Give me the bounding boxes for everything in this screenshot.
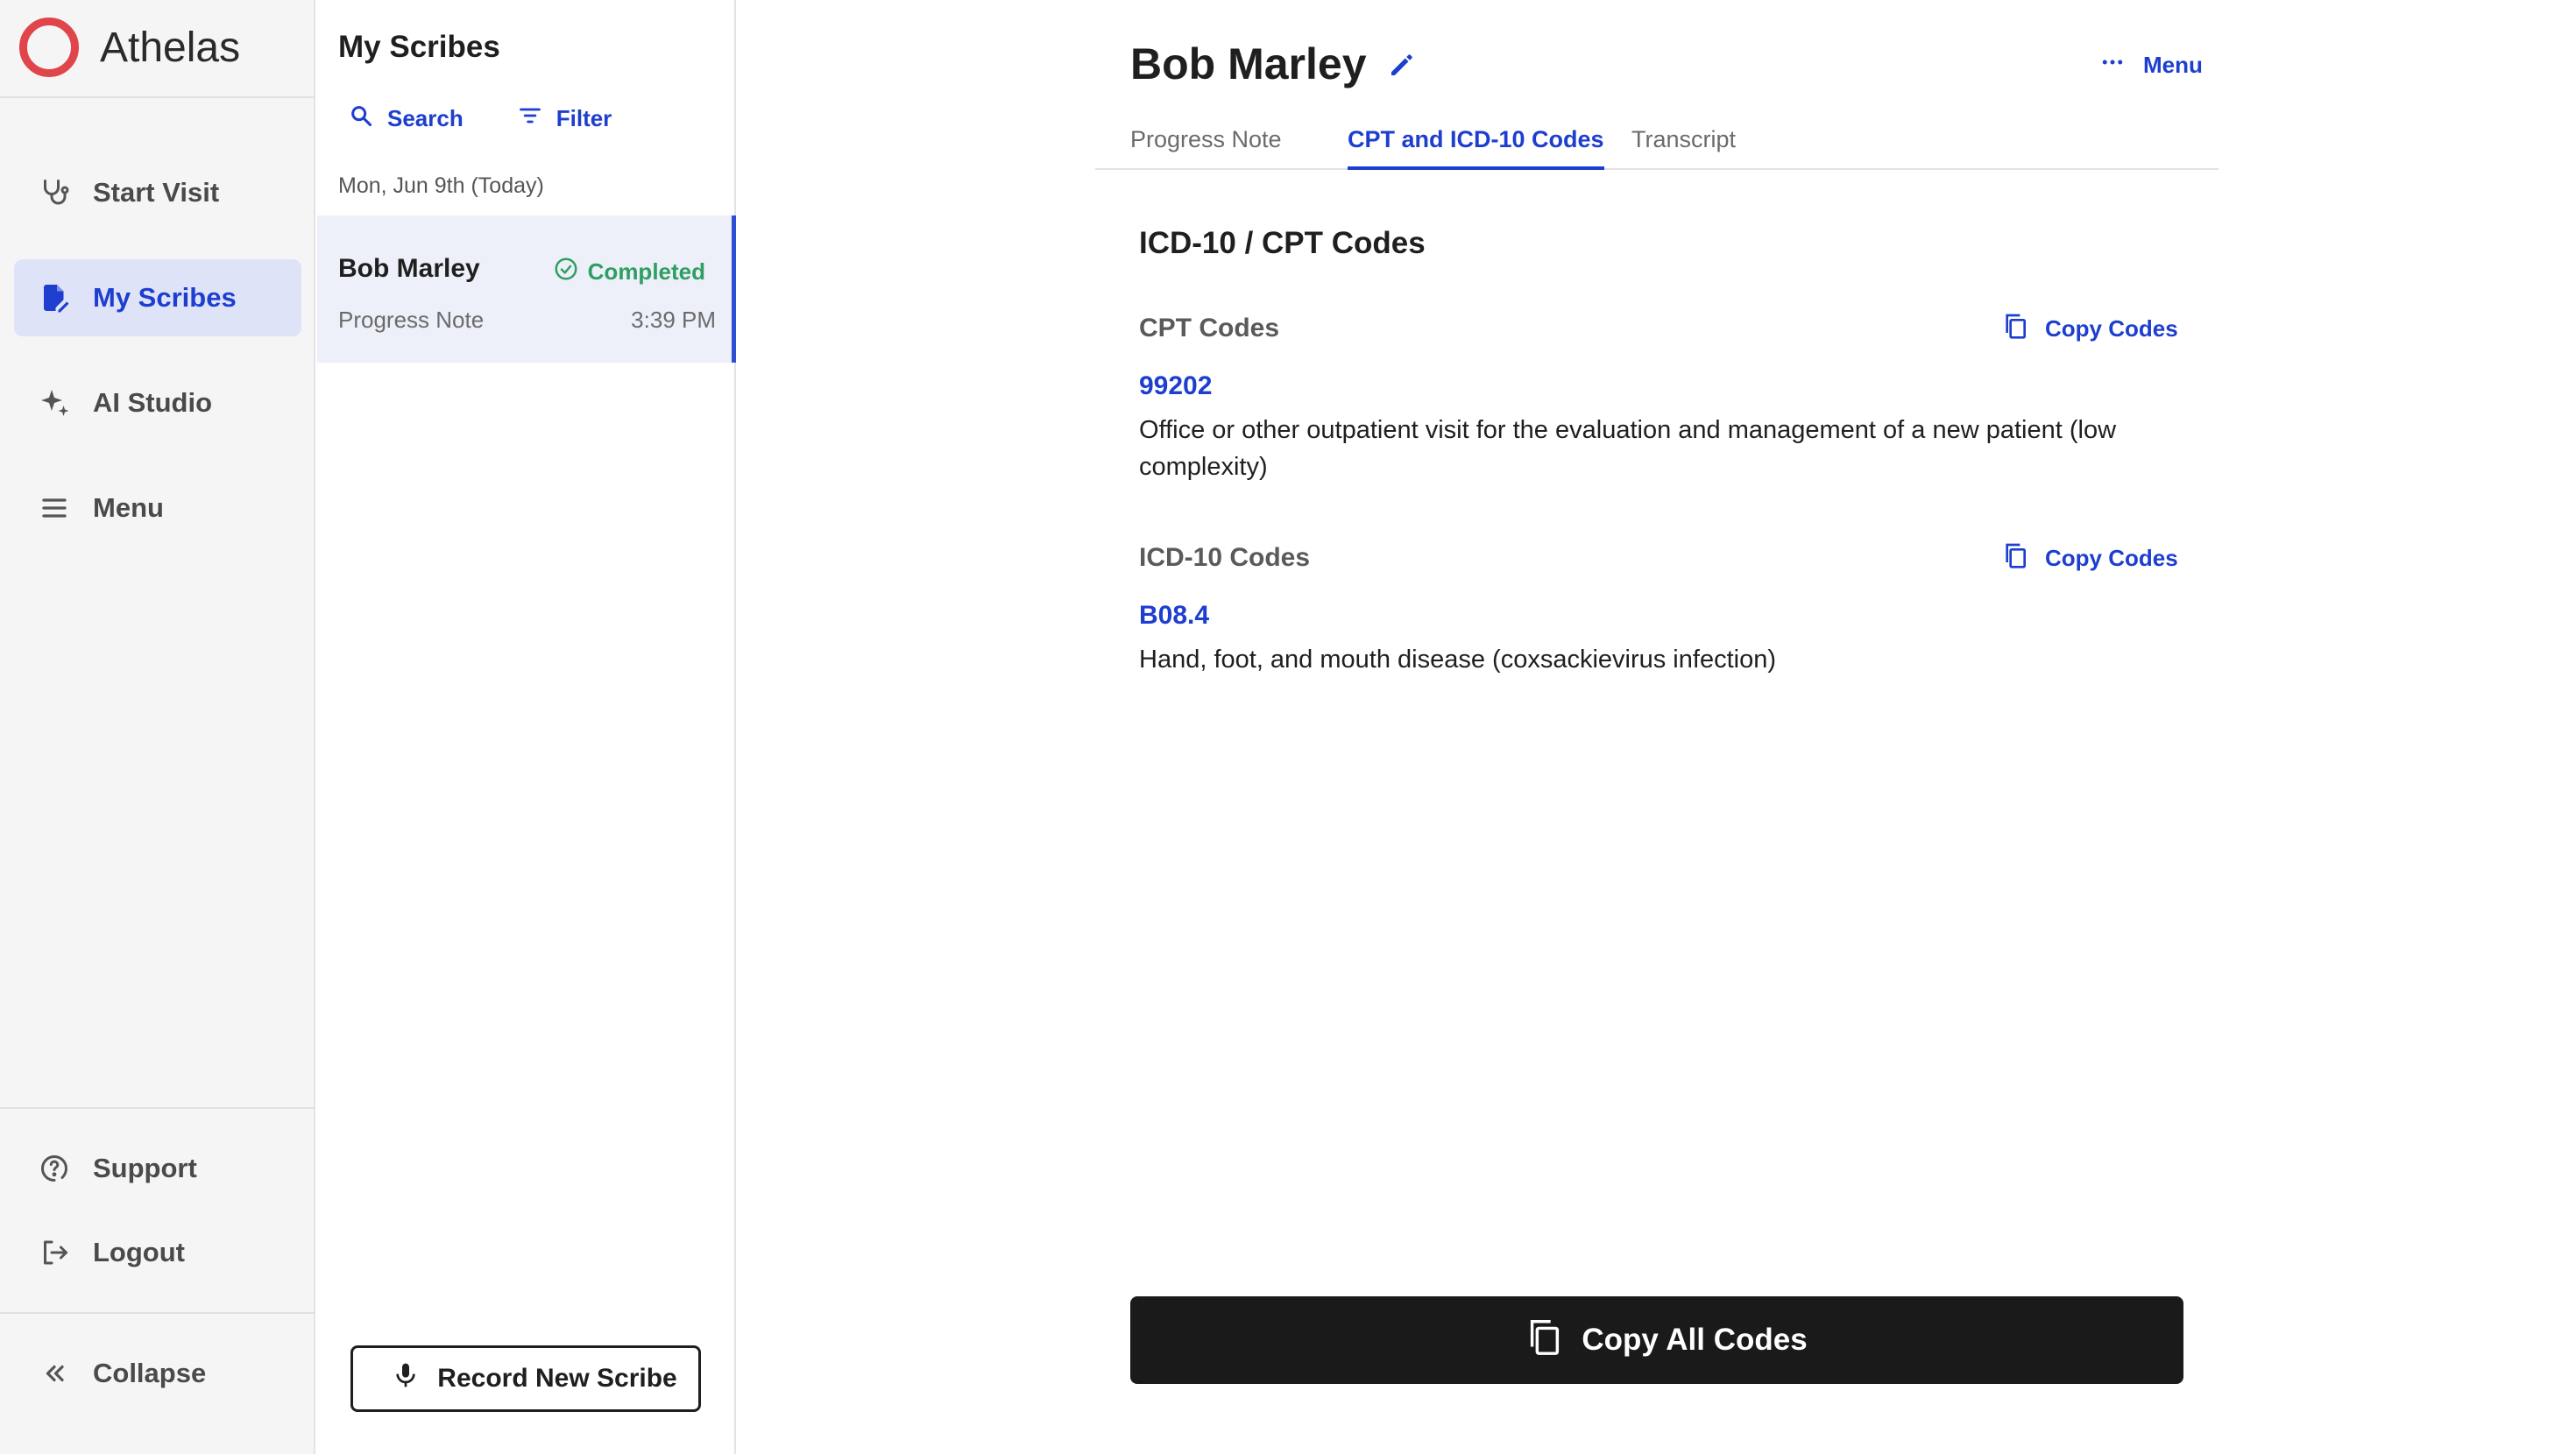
main-content: Bob Marley Menu Progress Note CPT and IC… [738, 0, 2576, 1454]
sidebar-item-label: Start Visit [93, 177, 220, 208]
filter-icon [518, 103, 542, 134]
double-chevron-left-icon [37, 1356, 72, 1391]
icd10-code-description: Hand, foot, and mouth disease (coxsackie… [1139, 646, 1776, 674]
document-edit-icon [37, 280, 72, 315]
scribes-title: My Scribes [338, 30, 500, 64]
copy-codes-label: Copy Codes [2045, 315, 2178, 342]
sidebar: Athelas Start Visit My Scribes AI Studio… [0, 0, 315, 1454]
sidebar-item-ai-studio[interactable]: AI Studio [14, 364, 301, 441]
sidebar-item-label: Support [93, 1153, 197, 1183]
sidebar-divider [0, 96, 315, 98]
tab-transcript[interactable]: Transcript [1631, 126, 1736, 170]
sidebar-item-menu[interactable]: Menu [14, 469, 301, 547]
logout-icon [37, 1235, 72, 1270]
sidebar-item-label: AI Studio [93, 387, 213, 418]
search-button[interactable]: Search [335, 103, 464, 134]
scribes-toolbar: Search Filter [335, 103, 652, 134]
copy-all-label: Copy All Codes [1582, 1323, 1808, 1357]
sidebar-item-label: My Scribes [93, 282, 237, 313]
sidebar-item-support[interactable]: Support [14, 1130, 301, 1207]
search-label: Search [387, 105, 464, 131]
check-circle-icon [553, 256, 579, 288]
icd10-code[interactable]: B08.4 [1139, 601, 1209, 631]
scribe-list-item[interactable]: Bob Marley Completed Progress Note 3:39 … [317, 215, 736, 363]
scribes-panel: My Scribes Search Filter Mon, Jun 9th (T… [317, 0, 736, 1454]
status-badge: Completed [544, 256, 705, 288]
page-title: Bob Marley [1130, 39, 1367, 88]
more-horizontal-icon [2099, 49, 2126, 81]
pencil-icon [1386, 54, 1418, 84]
filter-button[interactable]: Filter [504, 103, 612, 134]
record-button-label: Record New Scribe [437, 1364, 677, 1393]
sidebar-item-label: Menu [93, 492, 164, 523]
cpt-code[interactable]: 99202 [1139, 371, 1212, 401]
section-title: ICD-10 / CPT Codes [1139, 226, 1426, 260]
collapse-label: Collapse [93, 1358, 207, 1388]
edit-name-button[interactable] [1386, 49, 1421, 84]
scribe-time: 3:39 PM [631, 307, 716, 333]
sidebar-item-label: Logout [93, 1237, 186, 1267]
tab-cpt-icd-codes[interactable]: CPT and ICD-10 Codes [1348, 126, 1604, 170]
tab-progress-note[interactable]: Progress Note [1130, 126, 1282, 170]
tab-bar: Progress Note CPT and ICD-10 Codes Trans… [1095, 121, 2219, 170]
brand-name: Athelas [100, 24, 241, 71]
copy-codes-label: Copy Codes [2045, 545, 2178, 571]
stethoscope-icon [37, 175, 72, 210]
date-header: Mon, Jun 9th (Today) [338, 173, 544, 198]
scribe-note-type: Progress Note [338, 307, 485, 333]
collapse-button[interactable]: Collapse [14, 1335, 301, 1412]
copy-icon [1524, 1316, 1564, 1365]
copy-icon [2001, 541, 2029, 575]
copy-icon [2001, 312, 2029, 346]
hamburger-icon [37, 491, 72, 526]
record-new-scribe-button[interactable]: Record New Scribe [350, 1345, 701, 1412]
help-circle-icon [37, 1151, 72, 1186]
menu-label: Menu [2143, 52, 2203, 78]
cpt-code-description: Office or other outpatient visit for the… [1139, 416, 2117, 481]
sidebar-item-logout[interactable]: Logout [14, 1214, 301, 1291]
athelas-logo-icon [19, 18, 79, 77]
brand[interactable]: Athelas [19, 16, 240, 79]
sparkle-icon [37, 385, 72, 420]
sidebar-divider [0, 1107, 315, 1109]
filter-label: Filter [556, 105, 612, 131]
sidebar-divider [0, 1312, 315, 1314]
scribe-patient-name: Bob Marley [338, 254, 480, 283]
copy-all-codes-button[interactable]: Copy All Codes [1130, 1296, 2183, 1384]
copy-cpt-codes-button[interactable]: Copy Codes [1985, 312, 2178, 346]
icd10-codes-label: ICD-10 Codes [1139, 543, 1311, 572]
sidebar-item-my-scribes[interactable]: My Scribes [14, 259, 301, 336]
microphone-icon [392, 1361, 420, 1396]
sidebar-item-start-visit[interactable]: Start Visit [14, 154, 301, 231]
status-label: Completed [587, 258, 705, 285]
copy-icd10-codes-button[interactable]: Copy Codes [1985, 541, 2178, 575]
search-icon [349, 103, 373, 134]
cpt-codes-label: CPT Codes [1139, 314, 1280, 342]
menu-button[interactable]: Menu [2082, 49, 2203, 81]
